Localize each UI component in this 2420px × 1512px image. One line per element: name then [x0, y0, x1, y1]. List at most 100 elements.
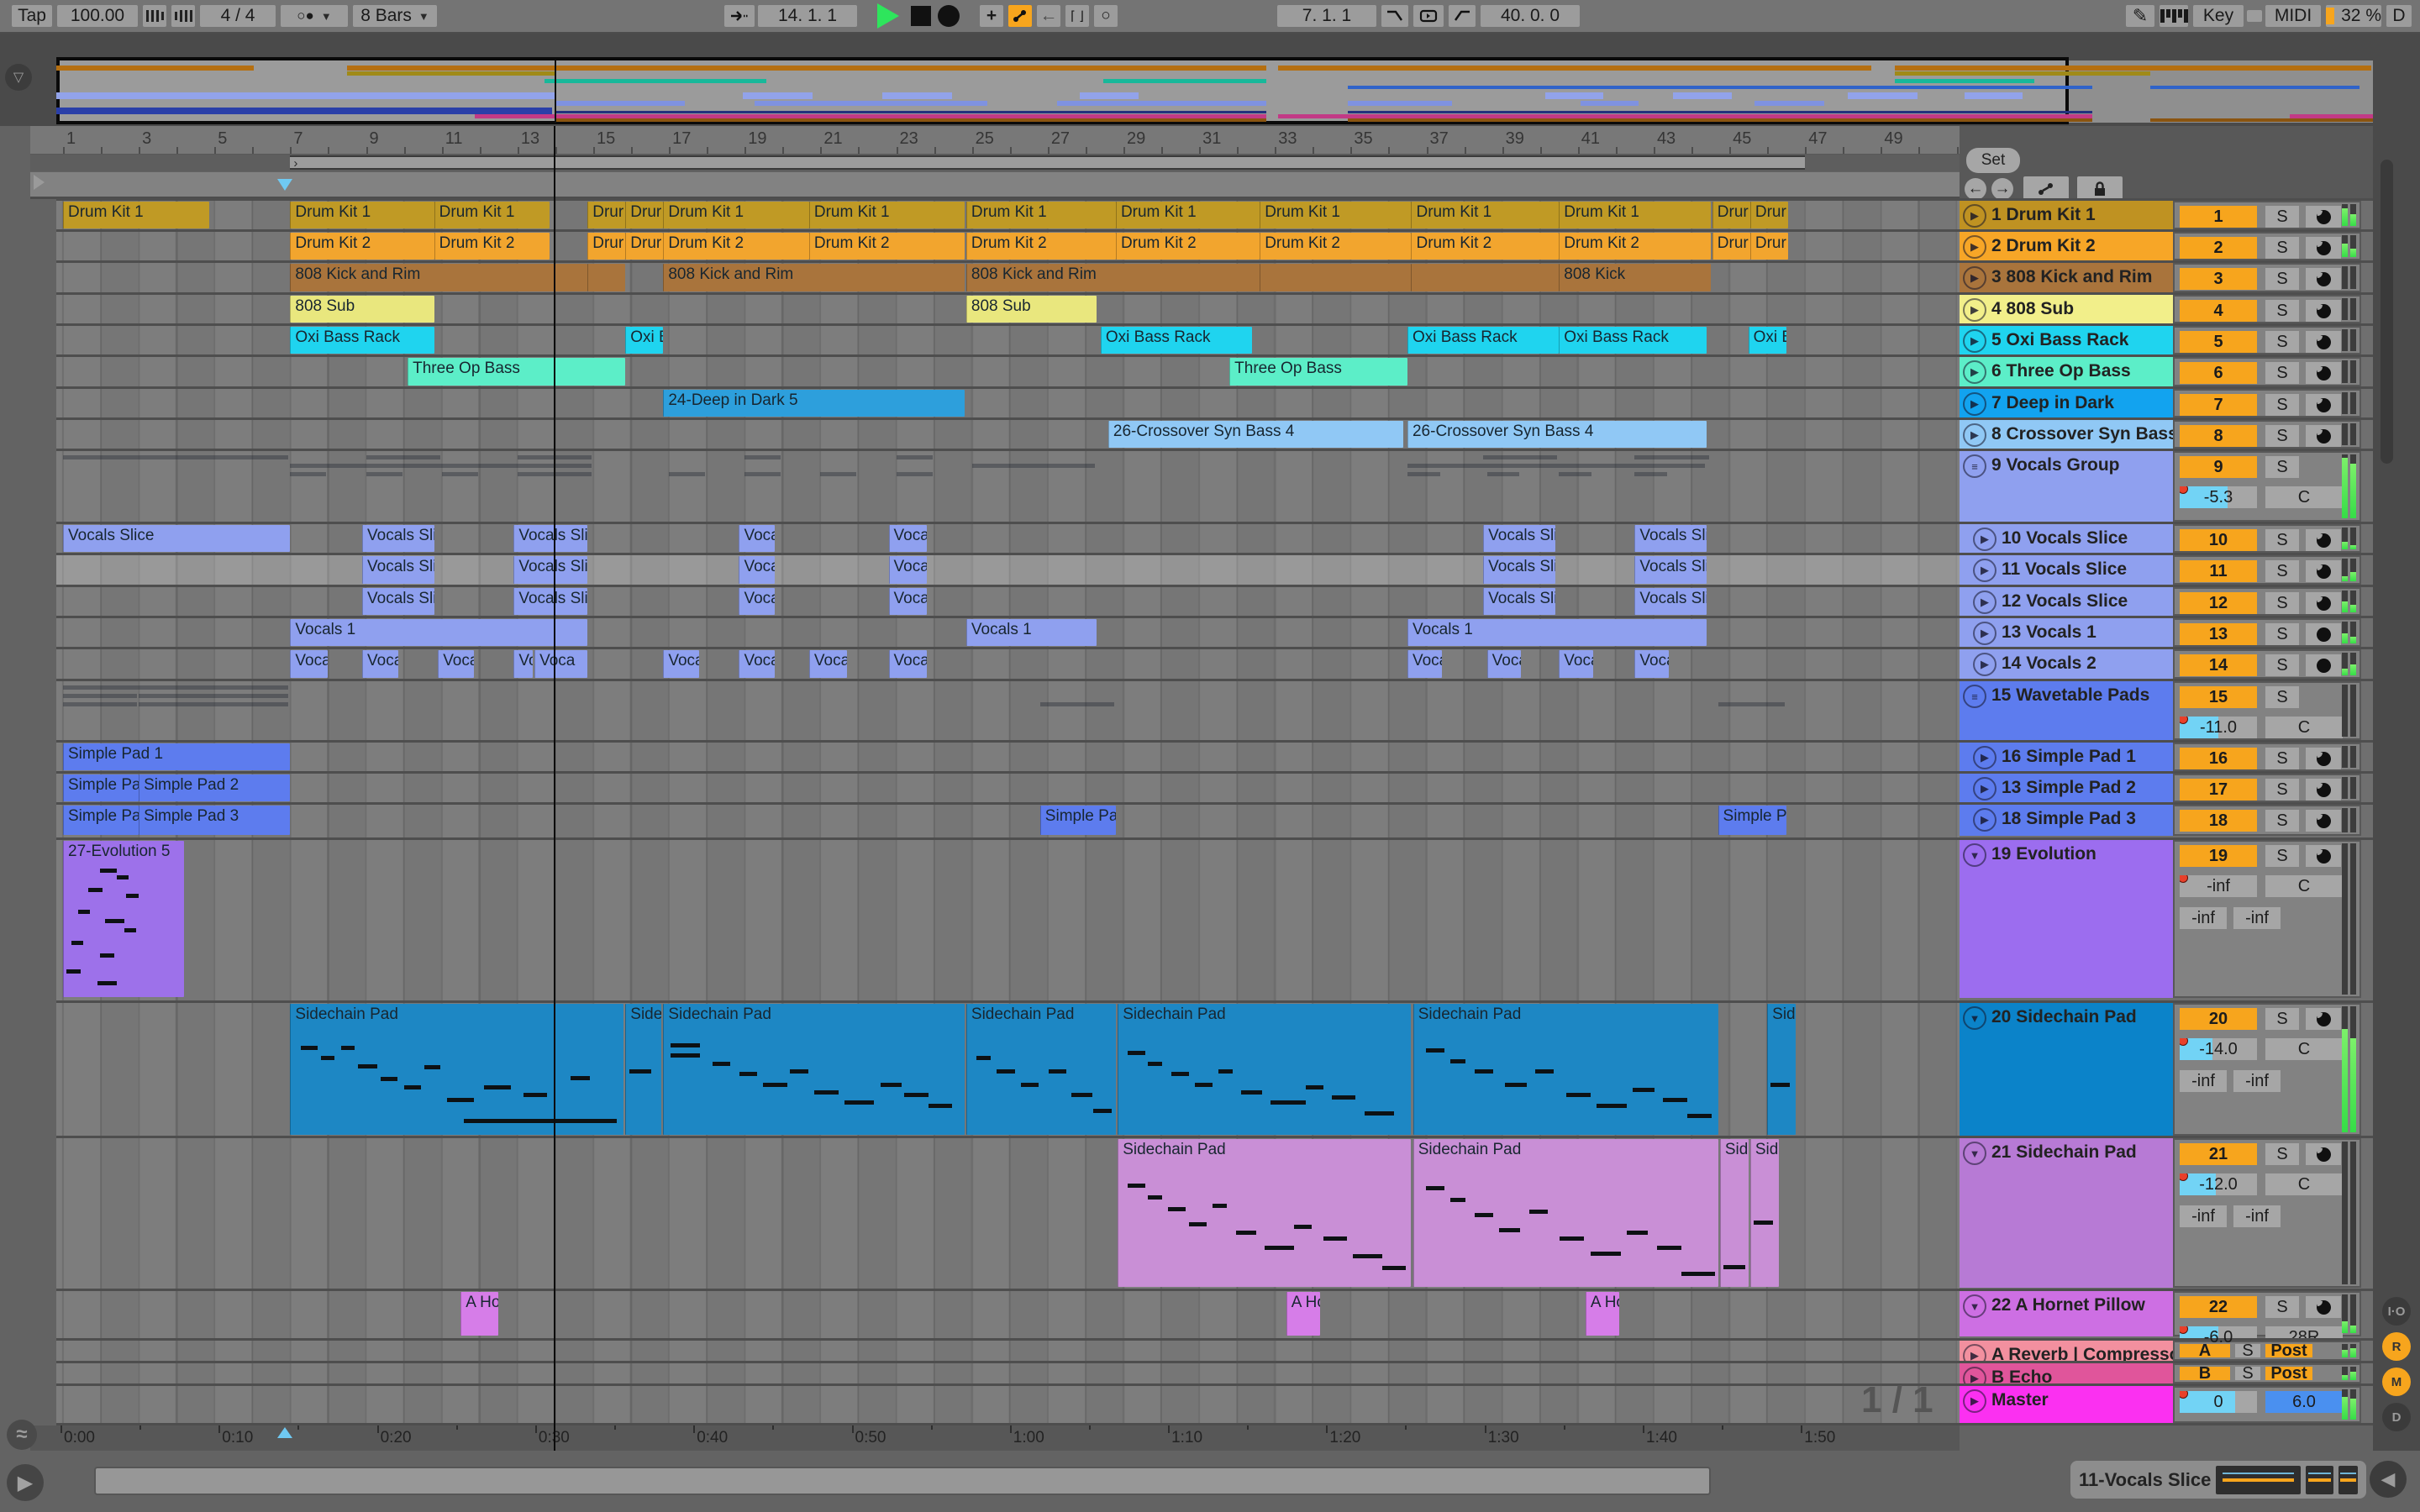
clip[interactable]: Simple Pad 1: [63, 743, 291, 770]
track-name-block[interactable]: ▶ 1 Drum Kit 1: [1960, 201, 2173, 229]
clip[interactable]: Drum Kit 2: [663, 233, 809, 260]
clip[interactable]: Drur: [1712, 233, 1750, 260]
arm-button[interactable]: [2306, 810, 2341, 832]
track-activator-button[interactable]: 8: [2180, 425, 2257, 447]
clip[interactable]: Drum Kit 2: [965, 233, 1116, 260]
clip[interactable]: Sidechain Pad: [965, 1004, 1116, 1135]
lane-return-a[interactable]: [56, 1341, 1960, 1361]
solo-button[interactable]: S: [2265, 206, 2299, 228]
track-header-15[interactable]: ≡ 15 Wavetable Pads 15 S -11.0 C: [1960, 681, 2373, 740]
arrangement-overview[interactable]: ▽: [0, 34, 2420, 129]
arm-button[interactable]: [2306, 237, 2341, 259]
clip[interactable]: Drum Kit 2: [290, 233, 434, 260]
arm-button[interactable]: [2306, 425, 2341, 447]
solo-button[interactable]: S: [2265, 300, 2299, 322]
fold-icon[interactable]: ▶: [1973, 559, 1996, 582]
clip[interactable]: Drur: [1712, 202, 1750, 228]
track-activator-button[interactable]: 3: [2180, 268, 2257, 290]
post-toggle-button[interactable]: Post: [2265, 1341, 2312, 1360]
track-header-12[interactable]: ▶ 12 Vocals Slice 12 S: [1960, 587, 2373, 616]
clip[interactable]: Three Op Bass: [1229, 358, 1407, 386]
lane-wavetable-pads-group[interactable]: [56, 681, 1960, 740]
volume-field[interactable]: -5.3: [2180, 486, 2257, 508]
track-header-19[interactable]: ▼ 19 Evolution 19 S -inf C -inf -inf: [1960, 840, 2373, 998]
clip[interactable]: Sidechain Pad: [1118, 1004, 1412, 1135]
track-activator-button[interactable]: 5: [2180, 331, 2257, 353]
automation-arm-button[interactable]: [1008, 5, 1032, 27]
time-ruler[interactable]: 0:000:100:200:300:400:501:001:101:201:30…: [30, 1425, 1960, 1451]
track-header-5[interactable]: ▶ 5 Oxi Bass Rack 5 S: [1960, 326, 2373, 354]
arm-button[interactable]: [2306, 592, 2341, 614]
track-header-8[interactable]: ▶ 8 Crossover Syn Bass 8 S: [1960, 420, 2373, 449]
clip[interactable]: A Ho: [1286, 1292, 1321, 1336]
track-header-A[interactable]: ▶ A Reverb | Compressor A S Post: [1960, 1341, 2373, 1361]
lane-three-op-bass[interactable]: Three Op Bass Three Op Bass: [56, 357, 1960, 386]
clip[interactable]: Sidechain Pad: [663, 1004, 965, 1135]
solo-button[interactable]: S: [2265, 845, 2299, 867]
lane-simple-pad-2[interactable]: Simple Pa Simple Pad 2: [56, 774, 1960, 802]
loop-length-display[interactable]: 40. 0. 0: [1481, 5, 1580, 27]
track-name-block[interactable]: ▶ 4 808 Sub: [1960, 295, 2173, 323]
clip[interactable]: Voca: [739, 525, 776, 552]
send-a-field[interactable]: -inf: [2180, 1205, 2227, 1227]
clip[interactable]: Vocals Sli: [362, 588, 434, 615]
track-activator-button[interactable]: 17: [2180, 779, 2257, 801]
clip[interactable]: Drum Kit 1: [290, 202, 434, 228]
track-header-10[interactable]: ▶ 10 Vocals Slice 10 S: [1960, 524, 2373, 553]
arm-button[interactable]: [2306, 206, 2341, 228]
fold-icon[interactable]: ▶: [1963, 266, 1986, 290]
punch-in-button[interactable]: [1381, 5, 1408, 27]
track-header-M[interactable]: ▶ Master 0 6.0: [1960, 1386, 2373, 1423]
solo-button[interactable]: S: [2265, 592, 2299, 614]
horizontal-scrollbar[interactable]: [94, 1467, 1711, 1495]
track-activator-button[interactable]: 4: [2180, 300, 2257, 322]
lane-drum-kit-2[interactable]: Drum Kit 2 Drum Kit 2 Drur Drur Drum Kit 2 Dr…: [56, 232, 1960, 260]
clip[interactable]: Vocals 1: [1407, 619, 1707, 646]
mixer-section-toggle-m[interactable]: M: [2382, 1368, 2411, 1396]
clip[interactable]: Voca: [888, 650, 927, 678]
solo-button[interactable]: S: [2265, 810, 2299, 832]
clip[interactable]: [1260, 264, 1412, 291]
mixer-section-toggle-r[interactable]: R: [2382, 1332, 2411, 1361]
clip[interactable]: Vo: [513, 650, 533, 678]
lane-sidechain-pad-21[interactable]: Sidechain Pad Sidechain Pad Side Side: [56, 1138, 1960, 1288]
clip[interactable]: Oxi Bass Rack: [1100, 327, 1253, 354]
arm-button[interactable]: [2306, 748, 2341, 769]
arm-button[interactable]: [2306, 268, 2341, 290]
arm-button[interactable]: [2306, 560, 2341, 582]
clip[interactable]: Vocals Sli: [362, 556, 434, 584]
fold-icon[interactable]: ▶: [1973, 622, 1996, 645]
device-thumbnail[interactable]: [2305, 1465, 2333, 1494]
track-name-block[interactable]: ▶ 5 Oxi Bass Rack: [1960, 326, 2173, 354]
lane-sidechain-pad-20[interactable]: Sidechain Pad Side Sidechain Pad Sidechain …: [56, 1003, 1960, 1136]
group-fold-icon[interactable]: ≡: [1963, 685, 1986, 708]
volume-field[interactable]: -inf: [2180, 875, 2257, 897]
fold-icon[interactable]: ▶: [1973, 528, 1996, 551]
fold-icon[interactable]: ▶: [1973, 591, 1996, 614]
clip[interactable]: Drum Kit 1: [1115, 202, 1260, 228]
clip[interactable]: 26-Crossover Syn Bass 4: [1107, 421, 1404, 448]
arrangement-position-display[interactable]: 14. 1. 1: [758, 5, 857, 27]
clip[interactable]: Drum Kit 2: [1411, 233, 1560, 260]
loop-start-display[interactable]: 7. 1. 1: [1277, 5, 1376, 27]
follow-button[interactable]: [724, 5, 755, 27]
arm-button[interactable]: [2306, 394, 2341, 416]
track-activator-button[interactable]: 20: [2180, 1008, 2257, 1030]
arm-button[interactable]: [2306, 1143, 2341, 1165]
arm-button[interactable]: [2306, 529, 2341, 551]
fold-icon[interactable]: ▶: [1963, 1389, 1986, 1413]
lane-808-sub[interactable]: 808 Sub 808 Sub: [56, 295, 1960, 323]
set-button[interactable]: Set: [1966, 148, 2020, 173]
loop-brace[interactable]: ›: [290, 155, 1806, 170]
clip[interactable]: Vocals Sli: [1483, 525, 1555, 552]
track-name-block[interactable]: ▶ A Reverb | Compressor: [1960, 1341, 2173, 1361]
scrub-area[interactable]: [30, 172, 1960, 199]
lane-vocals-slice-12[interactable]: Vocals Sli Vocals Sli Voca Voca Vocals Sli Vo…: [56, 587, 1960, 616]
clip[interactable]: Drur: [587, 233, 626, 260]
clip[interactable]: Drum Kit 2: [808, 233, 965, 260]
track-activator-button[interactable]: 15: [2180, 686, 2257, 708]
fold-icon[interactable]: ▶: [1973, 746, 1996, 769]
send-b-field[interactable]: -inf: [2233, 907, 2281, 929]
lane-return-b[interactable]: [56, 1363, 1960, 1383]
lane-master[interactable]: [56, 1386, 1960, 1423]
